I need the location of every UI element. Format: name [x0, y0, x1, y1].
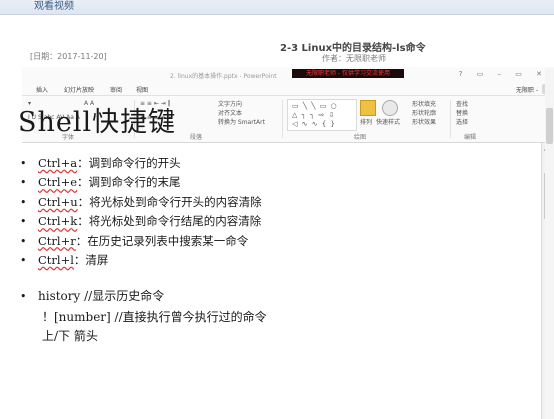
window-titlebar: 观看视频: [0, 0, 554, 15]
shortcut-key: Ctrl+r: [38, 233, 76, 248]
shapes-gallery[interactable]: ▭ ╲ ╲ ▭ ○ △ ┐ ┐ ⇨ ⇩ ◁ ∿ ∿ { }: [287, 99, 357, 131]
video-title: 2-3 Linux中的目录结构-ls命令: [280, 43, 426, 54]
shortcut-desc: ：在历史记录列表中搜索某一命令: [75, 233, 249, 248]
bullet-icon: •: [20, 176, 27, 190]
history-item: • history //显示历史命令: [20, 287, 164, 304]
bullet-icon: •: [20, 195, 27, 209]
select-button[interactable]: 选择: [456, 117, 468, 126]
list-item: • Ctrl+a：调到命令行的开头: [20, 154, 262, 173]
window-controls[interactable]: ? ▭ – ▭ ✕: [459, 70, 548, 78]
shortcut-key: Ctrl+k: [38, 214, 78, 229]
shortcut-key: Ctrl+a: [38, 156, 78, 170]
history-subitem: ！[number] //直接执行曾今执行过的命令: [42, 310, 267, 324]
history-text: history //显示历史命令: [38, 289, 165, 303]
shortcut-desc: ：清屏: [73, 252, 109, 267]
arrange-button[interactable]: 排列: [360, 117, 372, 126]
shortcut-key: Ctrl+e: [38, 175, 78, 190]
history-subitem: 上/下 箭头: [42, 329, 98, 343]
tab-review[interactable]: 审阅: [110, 85, 122, 94]
arrange-icon[interactable]: [360, 100, 376, 116]
tab-slideshow[interactable]: 幻灯片放映: [64, 85, 94, 94]
list-item: • Ctrl+e：调到命令行的末尾: [20, 173, 262, 192]
ppt-window-title: 2. linux的基本操作.pptx - PowerPoint: [170, 73, 277, 80]
list-item: • Ctrl+l：清屏: [20, 251, 262, 270]
group-label-drawing: 绘图: [354, 134, 367, 141]
list-item: • Ctrl+u：将光标处到命令行开头的内容清除: [20, 193, 262, 212]
quick-styles-button[interactable]: 快速样式: [376, 117, 400, 126]
quick-styles-icon[interactable]: [382, 100, 398, 116]
publish-date: [日期：2017-11-20]: [30, 52, 107, 61]
divider: [450, 100, 451, 138]
shape-fill-button[interactable]: 形状填充: [412, 99, 436, 108]
replace-button[interactable]: 替换: [456, 108, 468, 117]
slide-title: Shell快捷键: [18, 107, 177, 138]
shortcut-desc: ：将光标处到命令行开头的内容清除: [77, 194, 262, 209]
group-label-paragraph: 段落: [190, 134, 203, 141]
group-label-editing: 编辑: [464, 134, 477, 141]
shortcut-key: Ctrl+l: [38, 252, 74, 267]
bullet-icon: •: [20, 215, 27, 229]
shortcut-list: • Ctrl+a：调到命令行的开头 • Ctrl+e：调到命令行的末尾 • Ctrl+…: [20, 154, 262, 270]
tab-view[interactable]: 视图: [136, 85, 148, 94]
tab-insert[interactable]: 插入: [36, 85, 48, 94]
window-title: 观看视频: [34, 1, 74, 12]
shape-effects-button[interactable]: 形状效果: [412, 117, 436, 126]
find-button[interactable]: 查找: [456, 99, 468, 108]
bullet-icon: •: [20, 157, 27, 170]
list-item: • Ctrl+r：在历史记录列表中搜索某一命令: [20, 232, 262, 251]
video-author: 作者：无限职老师: [322, 54, 386, 63]
ppt-titlebar: 2. linux的基本操作.pptx - PowerPoint 无限职老师 - …: [22, 67, 554, 83]
shape-outline-button[interactable]: 形状轮廓: [412, 108, 436, 117]
shortcut-desc: ：调到命令行的末尾: [77, 175, 181, 190]
smartart-button[interactable]: 转换为 SmartArt: [218, 117, 265, 126]
video-header: [日期：2017-11-20] 2-3 Linux中的目录结构-ls命令 作者：…: [0, 15, 554, 67]
text-direction-button[interactable]: 文字方向: [218, 99, 242, 108]
page-scrollbar-thumb[interactable]: [546, 108, 553, 144]
account-name[interactable]: 无限职 -: [516, 85, 538, 94]
shortcut-desc: ：调到命令行的开头: [77, 156, 181, 170]
list-item: • Ctrl+k：将光标处到命令行结尾的内容清除: [20, 212, 262, 231]
page-scrollbar[interactable]: [545, 68, 554, 419]
shortcut-key: Ctrl+u: [38, 194, 78, 209]
watermark-banner: 无限职老师 - 仅供学习交流使用: [292, 69, 404, 78]
align-text-button[interactable]: 对齐文本: [218, 108, 242, 117]
bullet-icon: •: [20, 253, 27, 267]
divider: [282, 100, 283, 138]
bullet-icon: •: [20, 234, 27, 248]
ribbon-tabs: 插入 幻灯片放映 审阅 视图 无限职 -: [22, 83, 554, 96]
shortcut-desc: ：将光标处到命令行结尾的内容清除: [77, 214, 262, 229]
shapes-icon: ▭ ╲ ╲ ▭ ○ △ ┐ ┐ ⇨ ⇩ ◁ ∿ ∿ { }: [292, 102, 338, 128]
bullet-icon: •: [20, 290, 27, 303]
